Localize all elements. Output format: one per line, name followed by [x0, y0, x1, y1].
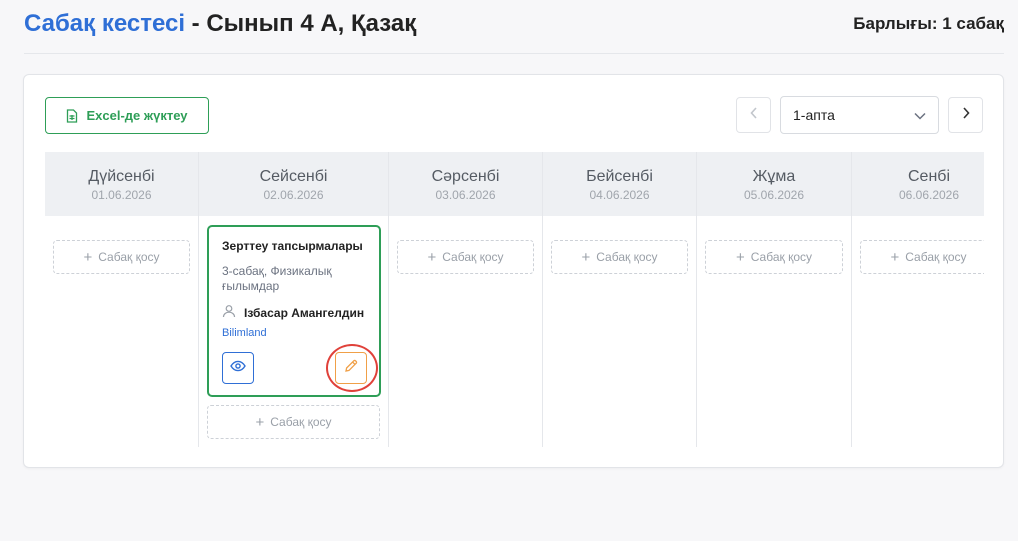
week-select-value: 1-апта: [793, 107, 835, 123]
chevron-right-icon: [962, 106, 970, 124]
add-lesson-button[interactable]: + Сабақ қосу: [207, 405, 380, 439]
day-header: Сәрсенбі 03.06.2026: [389, 152, 542, 216]
next-week-button[interactable]: [948, 97, 983, 133]
add-lesson-label: Сабақ қосу: [442, 250, 504, 264]
plus-icon: +: [735, 248, 745, 266]
page-title-class: - Сынып 4 А, Қазақ: [185, 10, 417, 37]
day-name: Сейсенбі: [259, 168, 328, 185]
add-lesson-button[interactable]: + Сабақ қосу: [53, 240, 190, 274]
day-date: 05.06.2026: [743, 188, 805, 202]
edit-lesson-button[interactable]: [335, 352, 367, 384]
view-lesson-button[interactable]: [222, 352, 254, 384]
plus-icon: +: [83, 248, 93, 266]
add-lesson-label: Сабақ қосу: [270, 415, 332, 429]
plus-icon: +: [890, 248, 900, 266]
page-title-accent: Сабақ кестесі: [24, 10, 186, 37]
plus-icon: +: [255, 413, 265, 431]
excel-download-label: Excel-де жүктеу: [86, 108, 188, 123]
plus-icon: +: [427, 248, 437, 266]
day-name: Дүйсенбі: [88, 168, 155, 185]
day-name: Жұма: [752, 168, 796, 185]
lesson-card[interactable]: Зерттеу тапсырмалары 3-сабақ, Физикалық …: [207, 225, 381, 397]
day-column-thursday: Бейсенбі 04.06.2026 + Сабақ қосу: [543, 152, 697, 447]
user-icon: [222, 304, 236, 321]
pencil-icon: [344, 359, 358, 378]
chevron-left-icon: [749, 106, 758, 124]
day-date: 02.06.2026: [263, 188, 324, 202]
lesson-total: Барлығы: 1 сабақ: [853, 14, 1004, 33]
day-column-friday: Жұма 05.06.2026 + Сабақ қосу: [697, 152, 852, 447]
day-header: Бейсенбі 04.06.2026: [543, 152, 696, 216]
add-lesson-label: Сабақ қосу: [98, 250, 160, 264]
lesson-subtitle: 3-сабақ, Физикалық ғылымдар: [222, 264, 332, 293]
schedule-panel: Excel-де жүктеу 1-апта Дүйсенбі 01.06.20…: [23, 74, 1004, 468]
spreadsheet-icon: [66, 108, 78, 123]
add-lesson-button[interactable]: + Сабақ қосу: [705, 240, 843, 274]
lesson-title: Зерттеу тапсырмалары: [222, 239, 363, 253]
page-header: Сабақ кестесі - Сынып 4 А, Қазақ Барлығы…: [24, 10, 1004, 54]
day-date: 01.06.2026: [91, 188, 152, 202]
lesson-teacher-name: Ізбасар Амангелдин: [244, 305, 365, 320]
day-header: Сейсенбі 02.06.2026: [199, 152, 388, 216]
add-lesson-label: Сабақ қосу: [750, 250, 813, 264]
lesson-platform: Bilimland: [222, 327, 267, 339]
add-lesson-label: Сабақ қосу: [596, 250, 658, 264]
week-select[interactable]: 1-апта: [780, 96, 939, 134]
day-column-saturday: Сенбі 06.06.2026 + Сабақ қосу: [852, 152, 984, 447]
schedule-grid: Дүйсенбі 01.06.2026 + Сабақ қосу Сейсенб…: [45, 152, 984, 447]
add-lesson-button[interactable]: + Сабақ қосу: [397, 240, 534, 274]
day-column-monday: Дүйсенбі 01.06.2026 + Сабақ қосу: [45, 152, 199, 447]
day-date: 03.06.2026: [435, 188, 496, 202]
chevron-down-icon: [914, 107, 926, 123]
add-lesson-button[interactable]: + Сабақ қосу: [860, 240, 984, 274]
day-column-tuesday: Сейсенбі 02.06.2026 Зерттеу тапсырмалары…: [199, 152, 389, 447]
day-name: Бейсенбі: [586, 168, 653, 185]
add-lesson-label: Сабақ қосу: [905, 250, 967, 264]
day-name: Сәрсенбі: [431, 168, 500, 185]
day-column-wednesday: Сәрсенбі 03.06.2026 + Сабақ қосу: [389, 152, 543, 447]
excel-download-button[interactable]: Excel-де жүктеу: [45, 97, 209, 134]
day-date: 06.06.2026: [898, 188, 960, 202]
plus-icon: +: [581, 248, 591, 266]
day-date: 04.06.2026: [589, 188, 650, 202]
day-header: Жұма 05.06.2026: [697, 152, 851, 216]
day-header: Дүйсенбі 01.06.2026: [45, 152, 198, 216]
page-title: Сабақ кестесі - Сынып 4 А, Қазақ: [24, 10, 416, 38]
lesson-teacher: Ізбасар Амангелдин: [222, 304, 364, 321]
eye-icon: [230, 359, 246, 377]
day-name: Сенбі: [907, 168, 950, 185]
prev-week-button[interactable]: [736, 97, 771, 133]
day-header: Сенбі 06.06.2026: [852, 152, 984, 216]
add-lesson-button[interactable]: + Сабақ қосу: [551, 240, 688, 274]
